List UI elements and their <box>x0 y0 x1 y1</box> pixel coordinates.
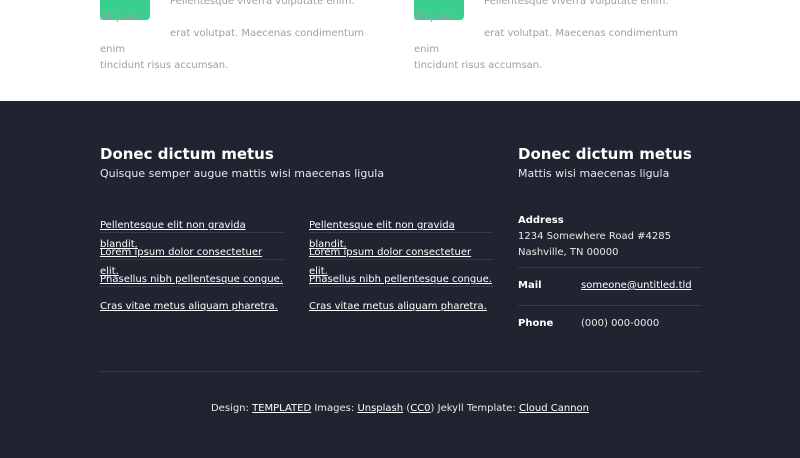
list-item: Cras vitae metus aliquam pharetra. <box>309 287 493 314</box>
templated-link[interactable]: TEMPLATED <box>252 403 311 414</box>
footer-credits: Design: TEMPLATED Images: Unsplash (CC0)… <box>210 403 590 414</box>
design-label: Design: <box>210 403 249 414</box>
feature-1-text: Pellentesque viverra vulputate enim. Ali… <box>100 0 390 74</box>
address-line2: Nashville, TN 00000 <box>518 247 619 258</box>
footer-link[interactable]: Cras vitae metus aliquam pharetra. <box>309 301 487 312</box>
list-item: Cras vitae metus aliquam pharetra. <box>100 287 284 314</box>
feature-2-line1: Pellentesque viverra vulputate enim. Ali… <box>414 0 669 23</box>
address-row: Address 1234 Somewhere Road #4285 Nashvi… <box>518 206 702 268</box>
feature-2-line2: erat volutpat. Maecenas condimentum enim <box>414 28 679 55</box>
cloud-cannon-link[interactable]: Cloud Cannon <box>519 403 589 414</box>
list-item: Pellentesque elit non gravida blandit. <box>309 206 493 250</box>
footer-divider <box>100 371 702 372</box>
phone-row: Phone (000) 000-0000 <box>518 306 702 344</box>
address-line1: 1234 Somewhere Road #4285 <box>518 231 671 242</box>
mail-row: Mail someone@untitled.tld <box>518 268 702 306</box>
jekyll-label: Jekyll Template: <box>437 403 516 414</box>
footer: Donec dictum metus Quisque semper augue … <box>0 101 800 458</box>
contact-info: Address 1234 Somewhere Road #4285 Nashvi… <box>518 206 702 344</box>
images-label: Images: <box>314 403 355 414</box>
feature-1-line3: tincidunt risus accumsan. <box>100 60 229 71</box>
address-label: Address <box>518 215 564 226</box>
footer-link[interactable]: Phasellus nibh pellentesque congue. <box>100 274 283 285</box>
list-item: Pellentesque elit non gravida blandit. <box>100 206 284 250</box>
list-item: Phasellus nibh pellentesque congue. <box>100 260 284 287</box>
footer-links-col1: Pellentesque elit non gravida blandit. L… <box>100 206 284 314</box>
footer-left-title: Donec dictum metus <box>100 145 274 163</box>
footer-left-subtitle: Quisque semper augue mattis wisi maecena… <box>100 167 385 180</box>
mail-link[interactable]: someone@untitled.tld <box>581 280 692 291</box>
footer-links-col2: Pellentesque elit non gravida blandit. L… <box>309 206 493 314</box>
phone-label: Phone <box>518 318 554 329</box>
footer-right-subtitle: Mattis wisi maecenas ligula <box>518 167 670 180</box>
cc0-link[interactable]: CC0 <box>410 403 430 414</box>
feature-1-line1: Pellentesque viverra vulputate enim. Ali… <box>100 0 355 23</box>
mail-label: Mail <box>518 280 542 291</box>
footer-link[interactable]: Phasellus nibh pellentesque congue. <box>309 274 492 285</box>
list-item: Phasellus nibh pellentesque congue. <box>309 260 493 287</box>
features-section: Pellentesque viverra vulputate enim. Ali… <box>0 0 800 101</box>
footer-right-title: Donec dictum metus <box>518 145 692 163</box>
feature-1-line2: erat volutpat. Maecenas condimentum enim <box>100 28 365 55</box>
unsplash-link[interactable]: Unsplash <box>357 403 403 414</box>
phone-value: (000) 000-0000 <box>581 318 660 329</box>
feature-2-text: Pellentesque viverra vulputate enim. Ali… <box>414 0 704 74</box>
feature-2-line3: tincidunt risus accumsan. <box>414 60 543 71</box>
footer-link[interactable]: Cras vitae metus aliquam pharetra. <box>100 301 278 312</box>
